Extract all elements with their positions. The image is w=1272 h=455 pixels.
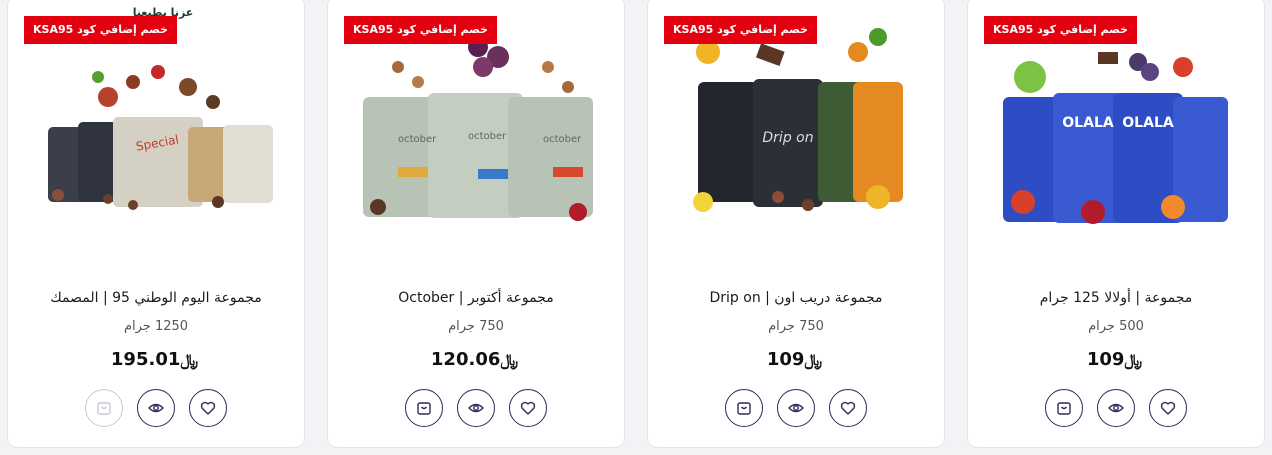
svg-text:october: october [468,131,507,142]
wishlist-button[interactable] [829,389,867,427]
heart-icon [520,401,536,415]
riyal-icon: ﷼ [180,350,199,369]
product-title[interactable]: مجموعة أكتوبر | October [328,290,624,306]
product-weight: 1250 جرام [123,319,189,334]
product-weight: 750 جرام [448,319,504,334]
eye-icon [1108,403,1124,413]
svg-text:october: october [543,134,582,145]
product-title[interactable]: مجموعة اليوم الوطني 95 | المصمك [8,290,304,306]
product-actions [328,389,624,427]
svg-text:october: october [398,134,437,145]
eye-icon [468,403,484,413]
heart-icon [840,401,856,415]
shopping-bag-icon [97,402,111,415]
eye-icon [148,403,164,413]
heart-icon [1160,401,1176,415]
product-card[interactable]: Drip on خصم إضافي كود KSA95 مجموعة دريب … [647,0,945,448]
riyal-icon: ﷼ [500,350,519,369]
wishlist-button[interactable] [509,389,547,427]
discount-badge: خصم إضافي كود KSA95 [24,16,177,44]
discount-badge: خصم إضافي كود KSA95 [984,16,1137,44]
product-image[interactable]: OLALA OLALA [998,27,1236,237]
product-title[interactable]: مجموعة | أولالا 125 جرام [968,290,1264,306]
product-actions [968,389,1264,427]
quick-view-button[interactable] [777,389,815,427]
riyal-icon: ﷼ [1124,350,1143,369]
product-actions [648,389,944,427]
product-price: ﷼109 [1086,349,1143,370]
shopping-bag-icon [737,402,751,415]
quick-view-button[interactable] [457,389,495,427]
discount-badge: خصم إضافي كود KSA95 [664,16,817,44]
product-weight: 750 جرام [768,319,824,334]
eye-icon [788,403,804,413]
quick-view-button[interactable] [1097,389,1135,427]
discount-badge: خصم إضافي كود KSA95 [344,16,497,44]
product-actions [8,389,304,427]
wishlist-button[interactable] [189,389,227,427]
svg-text:OLALA: OLALA [1122,115,1174,131]
product-image[interactable]: Special [38,27,276,237]
svg-text:OLALA: OLALA [1062,115,1114,131]
product-image[interactable]: Drip on [678,27,916,237]
product-image[interactable]: october october october [358,27,596,237]
product-price: ﷼120.06 [430,349,519,370]
add-to-cart-button[interactable] [85,389,123,427]
shopping-bag-icon [1057,402,1071,415]
add-to-cart-button[interactable] [1045,389,1083,427]
product-card[interactable]: عزنا بطبعنا Special خصم إضافي كود KSA95 … [7,0,305,448]
product-card[interactable]: OLALA OLALA خصم إضافي كود KSA95 مجموعة |… [967,0,1265,448]
product-weight: 500 جرام [1088,319,1144,334]
product-price: ﷼195.01 [110,349,199,370]
add-to-cart-button[interactable] [725,389,763,427]
product-title[interactable]: مجموعة دريب اون | Drip on [648,290,944,306]
product-card[interactable]: october october october خصم إضافي كود KS… [327,0,625,448]
riyal-icon: ﷼ [804,350,823,369]
quick-view-button[interactable] [137,389,175,427]
shopping-bag-icon [417,402,431,415]
add-to-cart-button[interactable] [405,389,443,427]
heart-icon [200,401,216,415]
svg-text:Drip on: Drip on [762,130,813,146]
product-price: ﷼109 [766,349,823,370]
wishlist-button[interactable] [1149,389,1187,427]
